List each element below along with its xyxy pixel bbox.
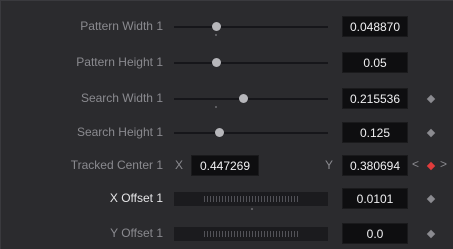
keyframe-diamond-icon[interactable] (426, 94, 436, 104)
slider-knob[interactable] (239, 94, 249, 103)
x-offset-label: X Offset 1 (109, 191, 163, 205)
next-keyframe-icon[interactable]: > (440, 157, 447, 171)
row-pattern-height: Pattern Height 1 0.05 (0, 48, 453, 78)
y-offset-label: Y Offset 1 (110, 226, 163, 240)
pattern-width-field[interactable]: 0.048870 (342, 16, 408, 37)
slider-track (174, 98, 328, 100)
slider-default-mark (214, 106, 217, 108)
slider-knob[interactable] (211, 22, 221, 31)
y-axis-label: Y (325, 158, 334, 172)
pattern-width-label: Pattern Width 1 (80, 19, 163, 33)
pattern-height-field[interactable]: 0.05 (342, 52, 408, 73)
y-offset-jog-wheel[interactable] (174, 227, 328, 241)
search-width-label: Search Width 1 (80, 91, 163, 105)
row-x-offset: X Offset 1 0.0101 (0, 184, 453, 214)
tracked-center-y-field[interactable]: 0.380694 (342, 155, 408, 176)
slider-knob[interactable] (211, 58, 221, 67)
pattern-height-slider[interactable] (174, 58, 328, 67)
jog-default-mark (251, 208, 253, 210)
row-y-offset: Y Offset 1 0.0 (0, 219, 453, 249)
y-offset-field[interactable]: 0.0 (342, 223, 408, 244)
slider-track (174, 26, 328, 28)
jog-ridges (204, 231, 298, 237)
x-offset-field[interactable]: 0.0101 (342, 188, 408, 209)
row-tracked-center: Tracked Center 1 X 0.447269 Y 0.380694 <… (0, 151, 453, 181)
tracked-center-x-field[interactable]: 0.447269 (191, 155, 259, 176)
keyframe-diamond-icon[interactable] (426, 229, 436, 239)
prev-keyframe-icon[interactable]: < (412, 157, 419, 171)
search-height-slider[interactable] (174, 128, 328, 137)
x-offset-jog-wheel[interactable] (174, 192, 328, 206)
keyframe-diamond-icon[interactable] (426, 128, 436, 138)
keyframe-active-icon[interactable] (426, 161, 436, 171)
search-height-field[interactable]: 0.125 (342, 122, 408, 143)
search-width-field[interactable]: 0.215536 (342, 88, 408, 109)
slider-knob[interactable] (214, 128, 224, 137)
pattern-height-label: Pattern Height 1 (76, 55, 163, 69)
search-height-label: Search Height 1 (76, 125, 163, 139)
pattern-width-slider[interactable] (174, 22, 328, 36)
x-axis-label: X (175, 158, 184, 172)
jog-ridges (204, 196, 298, 202)
tracked-center-label: Tracked Center 1 (70, 158, 163, 172)
search-width-slider[interactable] (174, 94, 328, 108)
slider-track (174, 132, 328, 134)
row-pattern-width: Pattern Width 1 0.048870 (0, 12, 453, 42)
row-search-height: Search Height 1 0.125 (0, 118, 453, 148)
slider-default-mark (214, 34, 217, 36)
panel-border-top (0, 0, 453, 1)
slider-track (174, 62, 328, 64)
row-search-width: Search Width 1 0.215536 (0, 84, 453, 114)
keyframe-diamond-icon[interactable] (426, 194, 436, 204)
